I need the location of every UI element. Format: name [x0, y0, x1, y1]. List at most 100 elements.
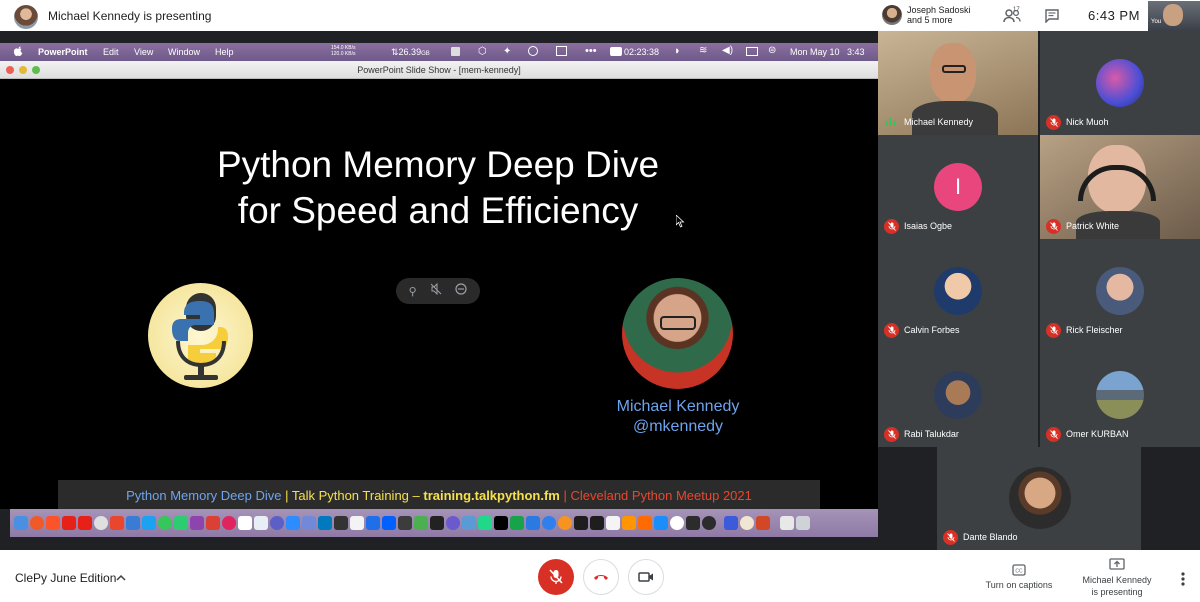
present-now-button[interactable]: [1108, 558, 1126, 572]
menu-edit[interactable]: Edit: [103, 47, 119, 57]
youtube-icon[interactable]: [62, 516, 76, 530]
participant-tile[interactable]: Michael Kennedy: [878, 31, 1038, 135]
app-icon[interactable]: [430, 516, 444, 530]
terminal-icon[interactable]: [590, 516, 604, 530]
brave-icon[interactable]: [46, 516, 60, 530]
messages-icon[interactable]: [158, 516, 172, 530]
discord-icon[interactable]: [302, 516, 316, 530]
presenter-toolbar: ⚲: [396, 278, 480, 304]
remove-icon[interactable]: [455, 282, 467, 300]
calendar-icon[interactable]: [238, 516, 252, 530]
app-icon[interactable]: [414, 516, 428, 530]
system-preferences-icon[interactable]: [702, 516, 716, 530]
app-icon[interactable]: [334, 516, 348, 530]
trello-icon[interactable]: [318, 516, 332, 530]
mute-presenter-icon[interactable]: [430, 282, 442, 300]
speaker-handle: @mkennedy: [632, 418, 724, 435]
display-icon[interactable]: [746, 47, 758, 56]
more-options-button[interactable]: [1176, 570, 1190, 588]
app-icon[interactable]: [190, 516, 204, 530]
other-participants[interactable]: Joseph Sadoski and 5 more: [907, 5, 987, 25]
powerpoint-icon[interactable]: [756, 516, 770, 530]
app-icon[interactable]: [558, 516, 572, 530]
twitter-icon[interactable]: [142, 516, 156, 530]
muted-icon: [884, 323, 899, 338]
dropbox-icon[interactable]: ✦: [503, 46, 511, 57]
self-view[interactable]: [1148, 1, 1200, 31]
menu-view[interactable]: View: [134, 47, 153, 57]
firefox-icon[interactable]: [30, 516, 44, 530]
app-icon[interactable]: [542, 516, 556, 530]
participant-tile[interactable]: Omer KURBAN: [1040, 343, 1200, 447]
volume-icon[interactable]: ◀︎): [722, 45, 733, 56]
terminal-icon[interactable]: [574, 516, 588, 530]
participant-avatar[interactable]: [882, 5, 902, 25]
meeting-details-button[interactable]: ClePy June Edition: [15, 571, 116, 585]
camera-toggle-button[interactable]: [628, 559, 664, 595]
onepassword-icon[interactable]: [528, 46, 538, 56]
control-center-icon[interactable]: ⊜: [768, 45, 776, 56]
chat-button[interactable]: [1040, 5, 1064, 27]
menu-help[interactable]: Help: [215, 47, 234, 57]
wifi-icon[interactable]: ≋: [699, 45, 707, 56]
cube-icon[interactable]: ⬡: [478, 46, 487, 57]
zoom-icon[interactable]: [286, 516, 300, 530]
participant-tile[interactable]: Dante Blando: [937, 447, 1141, 550]
pocket-icon[interactable]: [110, 516, 124, 530]
presenting-status[interactable]: Michael Kennedy is presenting: [1072, 574, 1162, 598]
finder-icon[interactable]: [14, 516, 28, 530]
participant-tile[interactable]: I Isaias Ogbe: [878, 135, 1038, 239]
photos-icon[interactable]: [622, 516, 636, 530]
participant-tile[interactable]: Rick Fleischer: [1040, 239, 1200, 343]
app-icon[interactable]: [366, 516, 380, 530]
youtube-icon[interactable]: [78, 516, 92, 530]
app-icon[interactable]: [398, 516, 412, 530]
app-store-icon[interactable]: [654, 516, 668, 530]
participant-tile[interactable]: Nick Muoh: [1040, 31, 1200, 135]
leave-call-button[interactable]: [583, 559, 619, 595]
app-icon[interactable]: [510, 516, 524, 530]
pycharm-icon[interactable]: [478, 516, 492, 530]
app-icon[interactable]: [638, 516, 652, 530]
vpn-icon[interactable]: ◗: [674, 45, 681, 57]
app-icon[interactable]: [222, 516, 236, 530]
maps-icon[interactable]: [526, 516, 540, 530]
participant-tile[interactable]: Patrick White: [1040, 135, 1200, 239]
app-icon[interactable]: [724, 516, 738, 530]
chevron-up-icon[interactable]: [116, 571, 126, 589]
screen-record-icon[interactable]: [610, 47, 622, 56]
app-icon[interactable]: [382, 516, 396, 530]
pin-icon[interactable]: ⚲: [409, 285, 417, 298]
app-icon[interactable]: [740, 516, 754, 530]
people-button[interactable]: [998, 4, 1026, 28]
document-icon[interactable]: [780, 516, 794, 530]
menu-window[interactable]: Window: [168, 47, 200, 57]
todoist-icon[interactable]: [206, 516, 220, 530]
app-icon[interactable]: [270, 516, 284, 530]
app-icon[interactable]: [670, 516, 684, 530]
more-dots-icon[interactable]: •••: [585, 45, 597, 57]
apple-icon[interactable]: [13, 46, 23, 58]
muted-icon: [1046, 323, 1061, 338]
captions-button[interactable]: CC: [1009, 564, 1029, 578]
participant-tile[interactable]: Calvin Forbes: [878, 239, 1038, 343]
mail-icon[interactable]: [126, 516, 140, 530]
facetime-icon[interactable]: [174, 516, 188, 530]
preview-icon[interactable]: [350, 516, 364, 530]
speaking-indicator-icon: [885, 118, 897, 126]
app-icon[interactable]: [606, 516, 620, 530]
trash-icon[interactable]: [796, 516, 810, 530]
browser-icon[interactable]: [94, 516, 108, 530]
chat-icon: [1045, 9, 1059, 23]
app-icon[interactable]: [446, 516, 460, 530]
app-icon[interactable]: [686, 516, 700, 530]
participant-tile[interactable]: Rabi Talukdar: [878, 343, 1038, 447]
calendar-icon[interactable]: [556, 46, 567, 56]
microphone-toggle-button[interactable]: [538, 559, 574, 595]
captions-label[interactable]: Turn on captions: [976, 580, 1062, 590]
menu-extra-icon[interactable]: [451, 47, 460, 56]
menu-app[interactable]: PowerPoint: [38, 47, 88, 57]
slack-icon[interactable]: [254, 516, 268, 530]
app-icon[interactable]: [462, 516, 476, 530]
app-icon[interactable]: [494, 516, 508, 530]
